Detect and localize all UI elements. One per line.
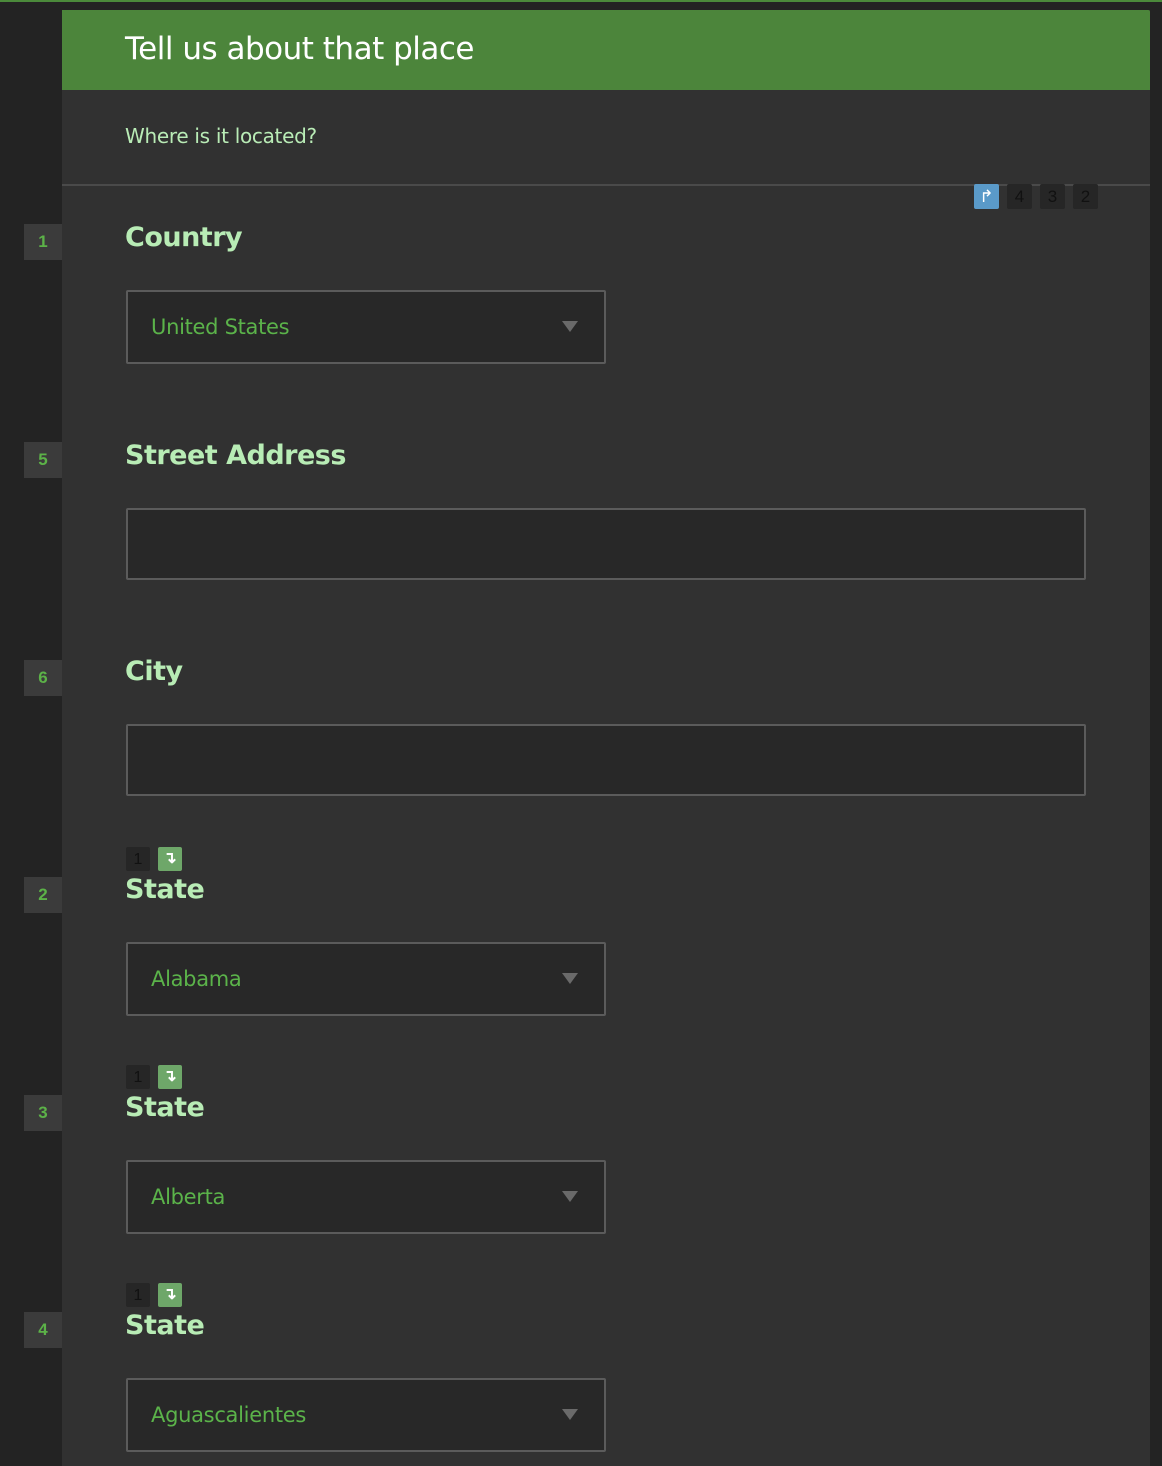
page-subtitle: Where is it located? — [125, 124, 317, 148]
state-select-value: Alabama — [151, 967, 242, 991]
question-number: 3 — [24, 1095, 62, 1131]
dependency-indicator: 1 ↴ — [126, 1065, 182, 1089]
turn-down-arrow-icon: ↴ — [158, 1065, 182, 1089]
question-label-state: State — [125, 1092, 205, 1123]
turn-right-arrow-icon[interactable]: ↱ — [974, 184, 999, 209]
dropdown-caret-icon — [562, 1409, 578, 1420]
question-label-city: City — [125, 656, 183, 687]
dependency-source-number[interactable]: 1 — [126, 847, 150, 871]
sequence-badge[interactable]: 4 — [1007, 184, 1032, 209]
state-select[interactable]: Aguascalientes — [126, 1378, 606, 1452]
dependency-indicator: 1 ↴ — [126, 1283, 182, 1307]
turn-down-arrow-icon: ↴ — [158, 1283, 182, 1307]
question-number: 5 — [24, 442, 62, 478]
dropdown-caret-icon — [562, 1191, 578, 1202]
question-number: 6 — [24, 660, 62, 696]
page-header: Tell us about that place — [62, 10, 1150, 90]
question-label-state: State — [125, 1310, 205, 1341]
question-number: 2 — [24, 877, 62, 913]
state-select[interactable]: Alabama — [126, 942, 606, 1016]
top-accent-line — [0, 0, 1162, 2]
sequence-badges: ↱ 4 3 2 — [974, 184, 1098, 209]
question-number: 4 — [24, 1312, 62, 1348]
question-label-country: Country — [125, 222, 243, 253]
street-address-input[interactable] — [126, 508, 1086, 580]
state-select-value: Alberta — [151, 1185, 226, 1209]
state-select-value: Aguascalientes — [151, 1403, 307, 1427]
dependency-source-number[interactable]: 1 — [126, 1065, 150, 1089]
turn-down-arrow-icon: ↴ — [158, 847, 182, 871]
dropdown-caret-icon — [562, 321, 578, 332]
sequence-badge[interactable]: 3 — [1040, 184, 1065, 209]
dependency-indicator: 1 ↴ — [126, 847, 182, 871]
question-label-state: State — [125, 874, 205, 905]
city-input[interactable] — [126, 724, 1086, 796]
page-subheader: Where is it located? — [62, 90, 1150, 186]
question-number: 1 — [24, 224, 62, 260]
state-select[interactable]: Alberta — [126, 1160, 606, 1234]
question-label-street-address: Street Address — [125, 440, 346, 471]
dropdown-caret-icon — [562, 973, 578, 984]
page-title: Tell us about that place — [125, 31, 474, 67]
country-select[interactable]: United States — [126, 290, 606, 364]
sequence-badge[interactable]: 2 — [1073, 184, 1098, 209]
country-select-value: United States — [151, 315, 290, 339]
dependency-source-number[interactable]: 1 — [126, 1283, 150, 1307]
